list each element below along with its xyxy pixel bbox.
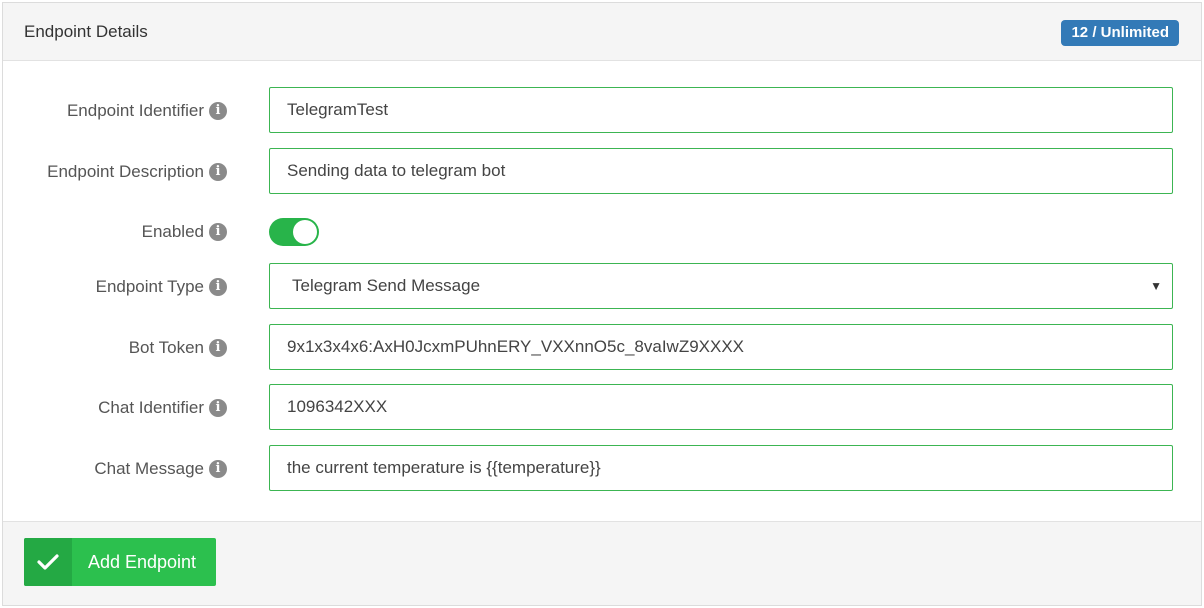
endpoint-type-select[interactable]: Telegram Send Message ▼ [269, 263, 1173, 309]
chat-id-label: Chat Identifier i [98, 384, 227, 432]
chat-message-label: Chat Message i [94, 445, 227, 493]
panel-title: Endpoint Details [24, 22, 148, 41]
toggle-knob [293, 220, 317, 244]
info-icon[interactable]: i [209, 278, 227, 296]
bot-token-label: Bot Token i [129, 324, 227, 372]
bot-token-label-text: Bot Token [128, 338, 204, 357]
panel-header: Endpoint Details 12 / Unlimited [3, 3, 1201, 61]
info-icon[interactable]: i [209, 399, 227, 417]
chat-id-row: Chat Identifier i 1096342XXX [3, 384, 1201, 432]
info-icon[interactable]: i [209, 102, 227, 120]
check-icon [24, 538, 72, 586]
type-label: Endpoint Type i [96, 263, 227, 311]
description-row: Endpoint Description i Sending data to t… [3, 148, 1201, 196]
identifier-input[interactable]: TelegramTest [269, 87, 1173, 133]
bot-token-input[interactable]: 9x1x3x4x6:AxH0JcxmPUhnERY_VXXnnO5c_8vaIw… [269, 324, 1173, 370]
quota-badge: 12 / Unlimited [1061, 20, 1179, 46]
enabled-label-text: Enabled [141, 222, 204, 241]
endpoint-details-panel: Endpoint Details 12 / Unlimited Endpoint… [2, 2, 1202, 606]
enabled-label: Enabled i [142, 208, 227, 256]
identifier-row: Endpoint Identifier i TelegramTest [3, 87, 1201, 135]
chat-message-input[interactable]: the current temperature is {{temperature… [269, 445, 1173, 491]
endpoint-type-value: Telegram Send Message [292, 276, 481, 295]
type-label-text: Endpoint Type [95, 277, 204, 296]
description-input[interactable]: Sending data to telegram bot [269, 148, 1173, 194]
info-icon[interactable]: i [209, 460, 227, 478]
info-icon[interactable]: i [209, 339, 227, 357]
identifier-label-text: Endpoint Identifier [66, 101, 204, 120]
chat-message-label-text: Chat Message [94, 459, 204, 478]
caret-down-icon: ▼ [1150, 279, 1162, 293]
description-label: Endpoint Description i [47, 148, 227, 196]
info-icon[interactable]: i [209, 223, 227, 241]
type-row: Endpoint Type i Telegram Send Message ▼ [3, 263, 1201, 311]
panel-footer: Add Endpoint [3, 521, 1201, 605]
bot-token-row: Bot Token i 9x1x3x4x6:AxH0JcxmPUhnERY_VX… [3, 324, 1201, 372]
identifier-label: Endpoint Identifier i [67, 87, 227, 135]
chat-id-label-text: Chat Identifier [98, 398, 204, 417]
chat-message-row: Chat Message i the current temperature i… [3, 445, 1201, 493]
description-label-text: Endpoint Description [47, 162, 204, 181]
info-icon[interactable]: i [209, 163, 227, 181]
enabled-row: Enabled i [3, 208, 1201, 256]
enabled-toggle[interactable] [269, 218, 319, 246]
add-endpoint-button[interactable]: Add Endpoint [24, 538, 216, 586]
chat-id-input[interactable]: 1096342XXX [269, 384, 1173, 430]
add-endpoint-label: Add Endpoint [87, 552, 197, 572]
